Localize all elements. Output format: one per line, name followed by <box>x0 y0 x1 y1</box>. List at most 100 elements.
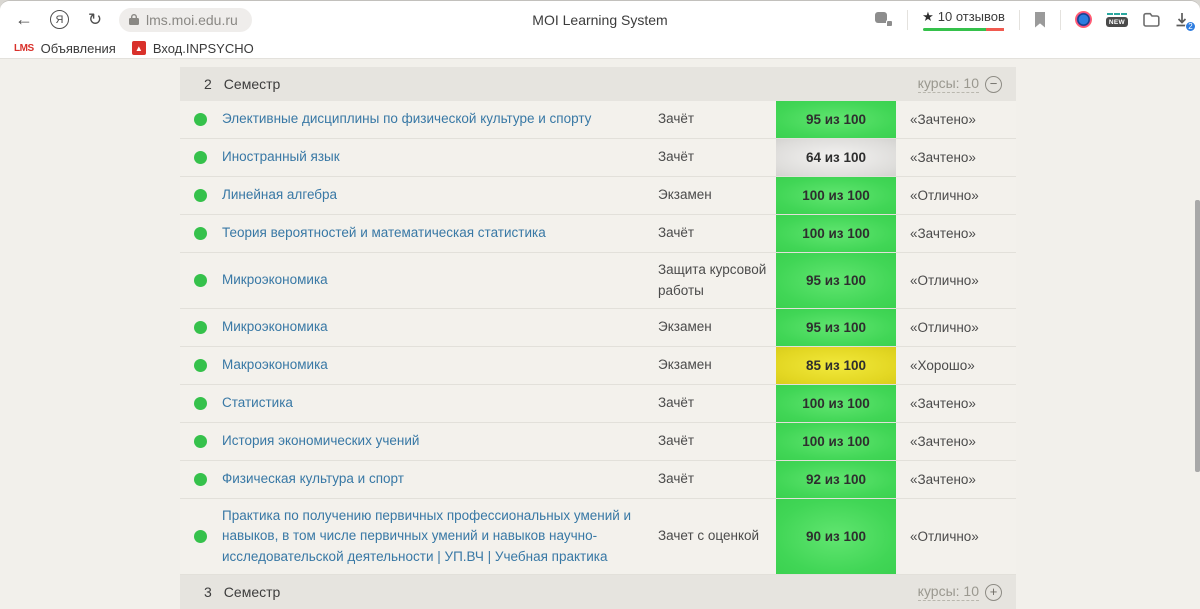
semester-table: 2 Семестр курсы: 10 − Элективные дисципл… <box>180 67 1016 609</box>
grade-text: «Отлично» <box>896 188 1016 203</box>
score-badge: 90 из 100 <box>776 499 896 574</box>
table-row: История экономических учений Зачёт 100 и… <box>180 423 1016 461</box>
status-dot-icon <box>194 189 207 202</box>
table-row: Элективные дисциплины по физической куль… <box>180 101 1016 139</box>
bookmark-flag-icon[interactable] <box>1034 12 1046 28</box>
grade-text: «Зачтено» <box>896 150 1016 165</box>
assessment-type: Экзамен <box>658 355 776 375</box>
course-link[interactable]: Микроэкономика <box>220 311 658 343</box>
extension-circle-icon[interactable] <box>1075 11 1092 28</box>
inpsycho-logo-icon: ▲ <box>132 41 146 55</box>
course-link[interactable]: Микроэкономика <box>220 264 658 296</box>
status-dot-icon <box>194 321 207 334</box>
score-badge: 100 из 100 <box>776 215 896 252</box>
table-row: Макроэкономика Экзамен 85 из 100 «Хорошо… <box>180 347 1016 385</box>
semester-2-header: 2 Семестр курсы: 10 − <box>180 67 1016 101</box>
url-text[interactable]: lms.moi.edu.ru <box>146 12 238 28</box>
lms-logo-icon: LMS <box>14 43 34 54</box>
chat-bubbles-icon[interactable] <box>875 12 893 27</box>
status-dot-icon <box>194 274 207 287</box>
download-count-badge: 2 <box>1185 21 1196 32</box>
course-link[interactable]: Элективные дисциплины по физической куль… <box>220 103 658 135</box>
score-badge: 95 из 100 <box>776 253 896 308</box>
semester-number: 3 <box>204 584 212 600</box>
semester-3-header: 3 Семестр курсы: 10 + <box>180 575 1016 609</box>
lms-page: 2 Семестр курсы: 10 − Элективные дисципл… <box>0 59 1200 609</box>
status-dot-icon <box>194 473 207 486</box>
downloads-icon[interactable]: 2 <box>1174 12 1190 28</box>
collapse-icon[interactable]: − <box>985 76 1002 93</box>
course-link[interactable]: Линейная алгебра <box>220 179 658 211</box>
star-icon: ★ <box>922 9 934 25</box>
table-row: Микроэкономика Экзамен 95 из 100 «Отличн… <box>180 309 1016 347</box>
course-link[interactable]: Статистика <box>220 387 658 419</box>
table-row: Линейная алгебра Экзамен 100 из 100 «Отл… <box>180 177 1016 215</box>
score-badge: 95 из 100 <box>776 309 896 346</box>
grade-text: «Хорошо» <box>896 358 1016 373</box>
bookmark-inpsycho[interactable]: ▲ Вход.INPSYCHO <box>128 41 258 56</box>
grade-text: «Отлично» <box>896 529 1016 544</box>
assessment-type: Экзамен <box>658 185 776 205</box>
status-dot-icon <box>194 435 207 448</box>
table-row: Микроэкономика Защита курсовой работы 95… <box>180 253 1016 309</box>
assessment-type: Зачёт <box>658 147 776 167</box>
yandex-icon[interactable]: Я <box>50 10 69 29</box>
score-badge: 100 из 100 <box>776 385 896 422</box>
assessment-type: Зачёт <box>658 393 776 413</box>
grade-text: «Зачтено» <box>896 226 1016 241</box>
divider <box>907 10 908 30</box>
status-dot-icon <box>194 113 207 126</box>
table-row: Иностранный язык Зачёт 64 из 100 «Зачтен… <box>180 139 1016 177</box>
bookmark-announcements[interactable]: LMS Объявления <box>10 41 120 56</box>
refresh-icon[interactable]: ↻ <box>81 10 109 30</box>
lock-icon <box>128 13 140 26</box>
assessment-type: Зачет с оценкой <box>658 526 776 546</box>
rating-bar <box>923 28 1005 31</box>
reviews-label[interactable]: 10 отзывов <box>938 9 1005 24</box>
courses-count-link[interactable]: курсы: 10 <box>918 583 979 601</box>
semester-number: 2 <box>204 76 212 92</box>
semester-label: Семестр <box>224 76 281 92</box>
grade-text: «Зачтено» <box>896 434 1016 449</box>
bookmark-label[interactable]: Вход.INPSYCHO <box>153 41 254 56</box>
address-bar[interactable]: lms.moi.edu.ru <box>119 8 252 32</box>
assessment-type: Зачёт <box>658 431 776 451</box>
table-row: Физическая культура и спорт Зачёт 92 из … <box>180 461 1016 499</box>
score-badge: 95 из 100 <box>776 101 896 138</box>
bookmark-label[interactable]: Объявления <box>41 41 116 56</box>
camera-new-icon[interactable]: NEW <box>1106 17 1128 27</box>
score-badge: 64 из 100 <box>776 139 896 176</box>
divider <box>1019 10 1020 30</box>
assessment-type: Защита курсовой работы <box>658 260 776 301</box>
course-link[interactable]: Практика по получению первичных професси… <box>220 500 658 573</box>
grade-text: «Отлично» <box>896 320 1016 335</box>
browser-window: ← Я ↻ lms.moi.edu.ru MOI Learning System… <box>0 0 1200 609</box>
score-badge: 100 из 100 <box>776 177 896 214</box>
collections-icon[interactable] <box>1142 12 1160 28</box>
scrollbar-thumb[interactable] <box>1195 200 1200 472</box>
semester-label: Семестр <box>224 584 281 600</box>
site-reviews[interactable]: ★ 10 отзывов <box>922 9 1005 31</box>
grade-text: «Зачтено» <box>896 472 1016 487</box>
grade-text: «Зачтено» <box>896 396 1016 411</box>
course-link[interactable]: Теория вероятностей и математическая ста… <box>220 217 658 249</box>
score-badge: 85 из 100 <box>776 347 896 384</box>
browser-toolbar: ← Я ↻ lms.moi.edu.ru MOI Learning System… <box>0 1 1200 38</box>
grade-text: «Зачтено» <box>896 112 1016 127</box>
expand-icon[interactable]: + <box>985 584 1002 601</box>
assessment-type: Зачёт <box>658 223 776 243</box>
grade-text: «Отлично» <box>896 273 1016 288</box>
course-link[interactable]: Физическая культура и спорт <box>220 463 658 495</box>
back-icon[interactable]: ← <box>10 9 38 30</box>
bookmarks-bar: LMS Объявления ▲ Вход.INPSYCHO <box>0 38 1200 59</box>
divider <box>1060 10 1061 30</box>
status-dot-icon <box>194 530 207 543</box>
assessment-type: Экзамен <box>658 317 776 337</box>
score-badge: 92 из 100 <box>776 461 896 498</box>
course-link[interactable]: Макроэкономика <box>220 349 658 381</box>
course-link[interactable]: Иностранный язык <box>220 141 658 173</box>
course-link[interactable]: История экономических учений <box>220 425 658 457</box>
courses-count-link[interactable]: курсы: 10 <box>918 75 979 93</box>
status-dot-icon <box>194 397 207 410</box>
status-dot-icon <box>194 359 207 372</box>
